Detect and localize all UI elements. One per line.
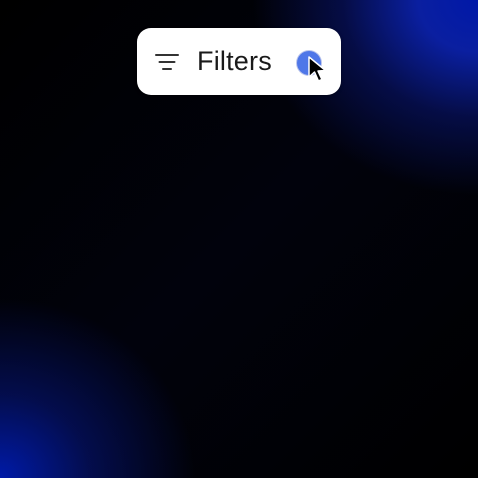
filter-lines-icon (155, 53, 179, 71)
filters-label: Filters (197, 46, 272, 76)
filters-button[interactable]: Filters (137, 28, 341, 95)
filter-indicator-dot (297, 51, 321, 75)
